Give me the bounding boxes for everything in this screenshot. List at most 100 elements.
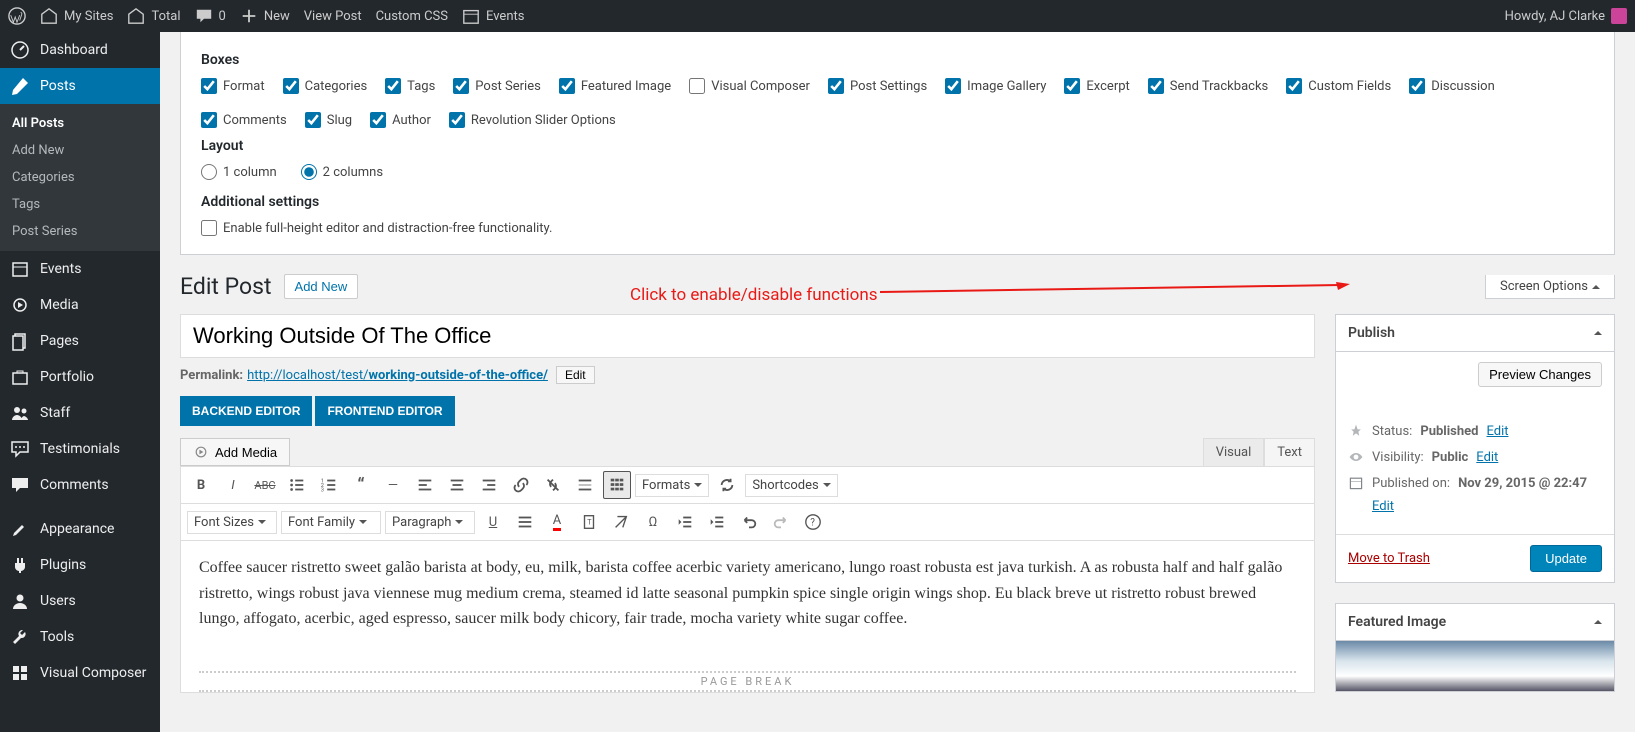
ol-icon[interactable]: 123 bbox=[315, 471, 343, 499]
more-icon[interactable] bbox=[571, 471, 599, 499]
redo-icon[interactable] bbox=[767, 508, 795, 536]
paste-text-icon[interactable]: T bbox=[575, 508, 603, 536]
sidebar-item-plugins[interactable]: Plugins bbox=[0, 547, 160, 583]
my-sites-link[interactable]: My Sites bbox=[40, 7, 113, 25]
submenu-all-posts[interactable]: All Posts bbox=[0, 110, 160, 137]
layout-1col[interactable]: 1 column bbox=[201, 164, 277, 180]
sidebar-item-events[interactable]: Events bbox=[0, 251, 160, 287]
wp-logo[interactable] bbox=[8, 7, 26, 25]
update-button[interactable]: Update bbox=[1530, 545, 1602, 572]
submenu-categories[interactable]: Categories bbox=[0, 164, 160, 191]
custom-css-link[interactable]: Custom CSS bbox=[376, 9, 448, 24]
undo-icon[interactable] bbox=[735, 508, 763, 536]
hr-icon[interactable]: — bbox=[379, 471, 407, 499]
sidebar-item-staff[interactable]: Staff bbox=[0, 395, 160, 431]
sidebar-item-testimonials[interactable]: Testimonials bbox=[0, 431, 160, 467]
site-link[interactable]: Total bbox=[127, 7, 180, 25]
new-link[interactable]: New bbox=[240, 7, 290, 25]
unlink-icon[interactable] bbox=[539, 471, 567, 499]
featured-image-header[interactable]: Featured Image bbox=[1336, 604, 1614, 641]
svg-text:T: T bbox=[587, 518, 592, 527]
preview-changes-button[interactable]: Preview Changes bbox=[1478, 362, 1602, 387]
italic-icon[interactable]: I bbox=[219, 471, 247, 499]
box-toggle-post-settings[interactable]: Post Settings bbox=[828, 78, 927, 94]
submenu-add-new[interactable]: Add New bbox=[0, 137, 160, 164]
box-toggle-discussion[interactable]: Discussion bbox=[1409, 78, 1495, 94]
box-toggle-author[interactable]: Author bbox=[370, 112, 431, 128]
font-sizes-select[interactable]: Font Sizes bbox=[187, 511, 277, 534]
submenu-tags[interactable]: Tags bbox=[0, 191, 160, 218]
align-left-icon[interactable] bbox=[411, 471, 439, 499]
permalink-edit-button[interactable]: Edit bbox=[556, 366, 595, 384]
clear-format-icon[interactable] bbox=[607, 508, 635, 536]
box-toggle-slug[interactable]: Slug bbox=[305, 112, 352, 128]
help-icon[interactable]: ? bbox=[799, 508, 827, 536]
sidebar-item-dashboard[interactable]: Dashboard bbox=[0, 32, 160, 68]
view-post-link[interactable]: View Post bbox=[304, 9, 362, 24]
howdy-user[interactable]: Howdy, AJ Clarke bbox=[1505, 8, 1627, 24]
shortcodes-select[interactable]: Shortcodes bbox=[745, 474, 837, 497]
bold-icon[interactable]: B bbox=[187, 471, 215, 499]
box-toggle-image-gallery[interactable]: Image Gallery bbox=[945, 78, 1046, 94]
font-family-select[interactable]: Font Family bbox=[281, 511, 381, 534]
box-toggle-format[interactable]: Format bbox=[201, 78, 265, 94]
align-right-icon[interactable] bbox=[475, 471, 503, 499]
comments-bubble[interactable]: 0 bbox=[195, 7, 226, 25]
box-toggle-send-trackbacks[interactable]: Send Trackbacks bbox=[1148, 78, 1268, 94]
special-char-icon[interactable]: Ω bbox=[639, 508, 667, 536]
date-edit-link[interactable]: Edit bbox=[1372, 499, 1602, 514]
box-toggle-post-series[interactable]: Post Series bbox=[453, 78, 541, 94]
frontend-editor-button[interactable]: FRONTEND EDITOR bbox=[315, 396, 454, 426]
blockquote-icon[interactable]: “ bbox=[347, 471, 375, 499]
underline-icon[interactable]: U bbox=[479, 508, 507, 536]
justify-icon[interactable] bbox=[511, 508, 539, 536]
box-toggle-visual-composer[interactable]: Visual Composer bbox=[689, 78, 810, 94]
paragraph-select[interactable]: Paragraph bbox=[385, 511, 475, 534]
layout-2col[interactable]: 2 columns bbox=[301, 164, 383, 180]
fullheight-toggle[interactable]: Enable full-height editor and distractio… bbox=[201, 220, 1594, 236]
featured-image-thumb[interactable] bbox=[1336, 641, 1614, 691]
outdent-icon[interactable] bbox=[671, 508, 699, 536]
box-toggle-excerpt[interactable]: Excerpt bbox=[1064, 78, 1129, 94]
sidebar-item-pages[interactable]: Pages bbox=[0, 323, 160, 359]
formats-select[interactable]: Formats bbox=[635, 474, 709, 497]
post-title-input[interactable] bbox=[180, 314, 1315, 358]
box-toggle-revolution-slider-options[interactable]: Revolution Slider Options bbox=[449, 112, 616, 128]
kitchen-sink-icon[interactable] bbox=[603, 471, 631, 499]
align-center-icon[interactable] bbox=[443, 471, 471, 499]
ul-icon[interactable] bbox=[283, 471, 311, 499]
refresh-icon[interactable] bbox=[713, 471, 741, 499]
backend-editor-button[interactable]: BACKEND EDITOR bbox=[180, 396, 312, 426]
box-toggle-custom-fields[interactable]: Custom Fields bbox=[1286, 78, 1391, 94]
permalink-url[interactable]: http://localhost/test/working-outside-of… bbox=[247, 368, 548, 383]
move-to-trash-link[interactable]: Move to Trash bbox=[1348, 551, 1430, 566]
svg-text:3: 3 bbox=[321, 487, 324, 493]
add-media-button[interactable]: Add Media bbox=[180, 438, 290, 466]
box-toggle-categories[interactable]: Categories bbox=[283, 78, 368, 94]
submenu-post-series[interactable]: Post Series bbox=[0, 218, 160, 245]
sidebar-item-media[interactable]: Media bbox=[0, 287, 160, 323]
sidebar-item-visual-composer[interactable]: Visual Composer bbox=[0, 655, 160, 691]
sidebar-item-appearance[interactable]: Appearance bbox=[0, 511, 160, 547]
sidebar-item-comments[interactable]: Comments bbox=[0, 467, 160, 503]
box-toggle-tags[interactable]: Tags bbox=[385, 78, 435, 94]
sidebar-item-users[interactable]: Users bbox=[0, 583, 160, 619]
visibility-edit-link[interactable]: Edit bbox=[1476, 450, 1498, 465]
text-tab[interactable]: Text bbox=[1264, 438, 1315, 466]
box-toggle-comments[interactable]: Comments bbox=[201, 112, 287, 128]
events-link[interactable]: Events bbox=[462, 7, 524, 25]
sidebar-item-tools[interactable]: Tools bbox=[0, 619, 160, 655]
add-new-button[interactable]: Add New bbox=[284, 274, 359, 299]
indent-icon[interactable] bbox=[703, 508, 731, 536]
box-toggle-featured-image[interactable]: Featured Image bbox=[559, 78, 671, 94]
publish-header[interactable]: Publish bbox=[1336, 315, 1614, 352]
status-edit-link[interactable]: Edit bbox=[1486, 424, 1508, 439]
strike-icon[interactable]: ABC bbox=[251, 471, 279, 499]
screen-options-tab[interactable]: Screen Options bbox=[1485, 275, 1615, 299]
link-icon[interactable] bbox=[507, 471, 535, 499]
sidebar-item-posts[interactable]: Posts bbox=[0, 68, 160, 104]
sidebar-item-portfolio[interactable]: Portfolio bbox=[0, 359, 160, 395]
editor-content[interactable]: Coffee saucer ristretto sweet galão bari… bbox=[181, 541, 1314, 661]
visual-tab[interactable]: Visual bbox=[1203, 438, 1265, 466]
text-color-icon[interactable]: A bbox=[543, 508, 571, 536]
